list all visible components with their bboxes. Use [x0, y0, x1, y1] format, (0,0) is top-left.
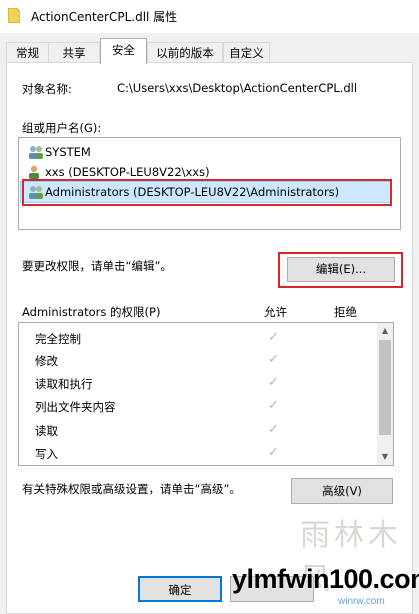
allow-checkbox[interactable]: ✓ — [268, 398, 279, 413]
user-icon — [29, 165, 39, 179]
permissions-table: 完全控制 ✓ 修改 ✓ 读取和执行 ✓ 列出文件夹内容 ✓ 读取 ✓ 写入 ✓ … — [18, 322, 394, 466]
object-name-value: C:\Users\xxs\Desktop\ActionCenterCPL.dll — [117, 81, 358, 95]
tab-bar: 常规 共享 安全 以前的版本 自定义 — [0, 33, 419, 64]
advanced-hint: 有关特殊权限或高级设置，请单击“高级”。 — [22, 482, 241, 496]
allow-checkbox[interactable]: ✓ — [268, 352, 279, 367]
allow-checkbox[interactable]: ✓ — [268, 422, 279, 437]
group-item-label: SYSTEM — [45, 145, 91, 159]
permissions-title: Administrators 的权限(P) — [22, 305, 161, 319]
scroll-thumb[interactable] — [379, 340, 391, 435]
permission-row: 读取 ✓ — [19, 420, 374, 442]
permission-row: 读取和执行 ✓ — [19, 373, 374, 395]
permission-name: 读取 — [35, 424, 58, 438]
deny-column-header: 拒绝 — [334, 305, 357, 319]
tab-general[interactable]: 常规 — [6, 42, 49, 62]
watermark-small: winrw.com — [338, 596, 385, 607]
tab-security[interactable]: 安全 — [100, 38, 147, 64]
object-name-label: 对象名称: — [22, 82, 72, 96]
permission-name: 修改 — [35, 354, 58, 368]
allow-checkbox[interactable]: ✓ — [268, 330, 279, 345]
edit-button[interactable]: 编辑(E)... — [287, 257, 395, 282]
group-item-system[interactable]: SYSTEM — [21, 142, 398, 162]
allow-column-header: 允许 — [264, 305, 287, 319]
tab-previous-versions[interactable]: 以前的版本 — [147, 42, 223, 62]
watermark-site: ylmfwin100.com — [232, 564, 419, 594]
scroll-up-icon[interactable]: ▲ — [377, 323, 393, 339]
permissions-scrollbar[interactable]: ▲ ▼ — [377, 323, 393, 465]
allow-checkbox[interactable]: ✓ — [268, 375, 279, 390]
advanced-button[interactable]: 高级(V) — [291, 478, 393, 504]
permission-row: 完全控制 ✓ — [19, 328, 374, 350]
tab-sharing[interactable]: 共享 — [48, 42, 100, 62]
change-permission-hint: 要更改权限，请单击“编辑”。 — [22, 259, 172, 273]
permission-name: 读取和执行 — [35, 377, 93, 391]
window-title: ActionCenterCPL.dll 属性 — [31, 10, 178, 24]
permission-row: 写入 ✓ — [19, 443, 374, 465]
permission-name: 列出文件夹内容 — [35, 400, 116, 414]
groups-label: 组或用户名(G): — [22, 121, 102, 135]
permission-row: 列出文件夹内容 ✓ — [19, 396, 374, 418]
permission-name: 完全控制 — [35, 332, 81, 346]
permission-row: 修改 ✓ — [19, 350, 374, 372]
file-icon — [8, 8, 20, 23]
users-group-icon — [29, 146, 43, 159]
ok-button[interactable]: 确定 — [138, 576, 222, 602]
allow-checkbox[interactable]: ✓ — [268, 445, 279, 460]
title-bar: ActionCenterCPL.dll 属性 — [0, 0, 419, 33]
highlight-box-administrators — [22, 179, 392, 206]
scroll-down-icon[interactable]: ▼ — [377, 449, 393, 465]
tab-customize[interactable]: 自定义 — [223, 42, 270, 62]
permission-name: 写入 — [35, 447, 58, 461]
